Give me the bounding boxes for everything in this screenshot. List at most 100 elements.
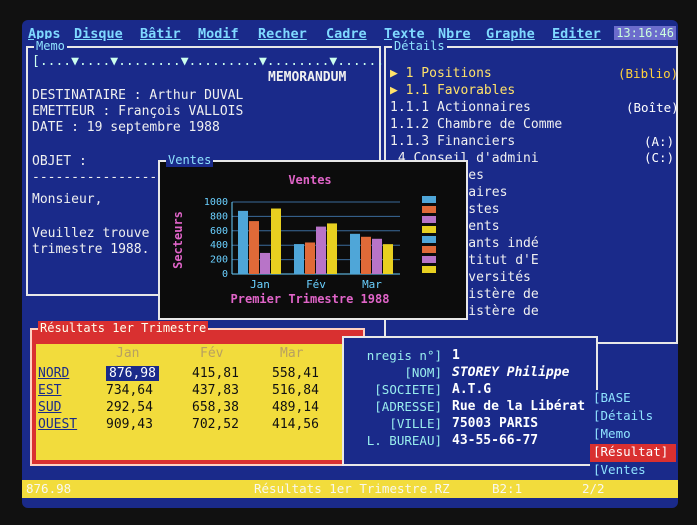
grid-cell[interactable]: 414,56 (272, 417, 319, 432)
row-label[interactable]: OUEST (38, 417, 77, 432)
legend-swatch (422, 266, 436, 273)
bar (238, 210, 248, 274)
status-document: Résultats 1er Trimestre.RZ (254, 481, 450, 496)
window-list-item[interactable]: [Ventes (590, 462, 676, 480)
bar (372, 238, 382, 274)
memo-line: EMETTEUR : François VALLOIS (32, 104, 244, 119)
results-window[interactable]: Résultats 1er Trimestre Jan Fév Mar NORD… (30, 321, 365, 466)
drive-c-tag[interactable]: (C:) (644, 150, 674, 165)
field-label: L. BUREAU] (366, 433, 442, 448)
menu-cadre[interactable]: Cadre (326, 26, 367, 42)
legend-swatch (422, 236, 436, 243)
row-label[interactable]: NORD (38, 366, 69, 381)
field-value[interactable]: 43-55-66-77 (452, 433, 538, 448)
y-axis-label: Secteurs (171, 211, 185, 269)
grid-cell[interactable]: 658,38 (192, 400, 239, 415)
grid-cell[interactable]: 292,54 (106, 400, 153, 415)
y-tick-label: 0 (222, 269, 228, 280)
row-label[interactable]: SUD (38, 400, 61, 415)
field-value[interactable]: 1 (452, 348, 460, 363)
col-header-mar: Mar (280, 346, 304, 361)
biblio-tag[interactable]: (Biblio) (618, 66, 678, 81)
window-list-item[interactable]: [Détails (590, 408, 676, 426)
menu-batir[interactable]: Bâtir (140, 26, 181, 42)
chart-subtitle: Premier Trimestre 1988 (231, 292, 390, 306)
grid-cell[interactable]: 415,81 (192, 366, 239, 381)
col-header-jan: Jan (116, 346, 140, 361)
legend-swatch (422, 256, 436, 263)
grid-cell[interactable]: 702,52 (192, 417, 239, 432)
y-tick-label: 600 (210, 226, 228, 237)
memo-heading: MEMORANDUM (268, 70, 347, 85)
status-cell: B2:1 (492, 481, 523, 496)
col-header-fev: Fév (200, 346, 224, 361)
results-window-title: Résultats 1er Trimestre (38, 321, 209, 335)
bar (383, 244, 393, 274)
window-list-item[interactable]: [BASE (590, 390, 676, 408)
clock: 13:16:46 (614, 26, 676, 40)
bar (350, 233, 360, 274)
bar (260, 252, 270, 274)
legend-swatch (422, 226, 436, 233)
outline-item[interactable]: ▶ 1.1 Favorables (390, 83, 515, 98)
status-page: 2/2 (582, 481, 605, 496)
ventes-window[interactable]: Ventes Ventes Premier Trimestre 1988 Secte… (158, 153, 468, 320)
chart-title: Ventes (288, 173, 331, 187)
drive-a-tag[interactable]: (A:) (644, 134, 674, 149)
row-label[interactable]: EST (38, 383, 61, 398)
outline-item[interactable]: 1.1.2 Chambre de Comme (390, 117, 562, 132)
y-tick-label: 1000 (204, 197, 228, 208)
field-label: [VILLE] (389, 416, 442, 431)
legend-swatch (422, 206, 436, 213)
fiche-window[interactable]: nregis n°] 1 [NOM] STOREY Philippe [SOCIETE]… (342, 336, 598, 466)
memo-line: trimestre 1988. (32, 242, 150, 257)
menu-disque[interactable]: Disque (74, 26, 123, 42)
legend-swatch (422, 196, 436, 203)
window-list-item-active[interactable]: [Résultat] (590, 444, 676, 462)
outline-item[interactable]: 1.1.1 Actionnaires (390, 100, 531, 115)
outline-item[interactable]: 1.1.3 Financiers (390, 134, 515, 149)
memo-line: Veuillez trouve (32, 226, 150, 241)
bar (316, 226, 326, 274)
menu-bar: Apps Disque Bâtir Modif Recher Cadre Tex… (22, 26, 678, 44)
field-value[interactable]: Rue de la Libérat (452, 399, 585, 414)
field-label: [SOCIETE] (374, 382, 442, 397)
grid-cell[interactable]: 909,43 (106, 417, 153, 432)
bar (271, 208, 281, 274)
screen: Apps Disque Bâtir Modif Recher Cadre Tex… (22, 20, 678, 508)
window-list: [BASE [Détails [Memo [Résultat] [Ventes (590, 390, 676, 482)
menu-graphe[interactable]: Graphe (486, 26, 535, 42)
y-tick-label: 800 (210, 211, 228, 222)
menu-recher[interactable]: Recher (258, 26, 307, 42)
grid-cell[interactable]: 437,83 (192, 383, 239, 398)
status-value: 876.98 (26, 481, 72, 496)
x-tick-label: Fév (306, 278, 326, 291)
bar (305, 242, 315, 274)
boite-tag[interactable]: (Boîte) (626, 100, 678, 115)
grid-cell[interactable]: 489,14 (272, 400, 319, 415)
x-tick-label: Jan (250, 278, 270, 291)
outline-item[interactable]: ▶ 1 Positions (390, 66, 492, 81)
window-list-item[interactable]: [Memo (590, 426, 676, 444)
bar (294, 244, 304, 274)
y-tick-label: 400 (210, 240, 228, 251)
field-value[interactable]: STOREY Philippe (452, 365, 569, 380)
grid-cell[interactable]: 516,84 (272, 383, 319, 398)
menu-modif[interactable]: Modif (198, 26, 239, 42)
status-bar: 876.98 Résultats 1er Trimestre.RZ B2:1 2… (22, 480, 678, 498)
memo-line: Monsieur, (32, 192, 103, 207)
x-tick-label: Mar (362, 278, 382, 291)
memo-window-title: Memo (34, 39, 67, 53)
grid-cell[interactable]: 558,41 (272, 366, 319, 381)
results-grid[interactable]: Jan Fév Mar NORD 876,98 415,81 558,41 EST 734… (36, 344, 358, 460)
bar (327, 223, 337, 274)
field-value[interactable]: 75003 PARIS (452, 416, 538, 431)
grid-cell[interactable]: 734,64 (106, 383, 153, 398)
memo-line: DATE : 19 septembre 1988 (32, 120, 220, 135)
field-value[interactable]: A.T.G (452, 382, 491, 397)
selected-cell[interactable]: 876,98 (106, 366, 159, 381)
memo-line: DESTINATAIRE : Arthur DUVAL (32, 88, 244, 103)
legend-swatch (422, 246, 436, 253)
menu-editer[interactable]: Editer (552, 26, 601, 42)
field-label: [NOM] (404, 365, 442, 380)
